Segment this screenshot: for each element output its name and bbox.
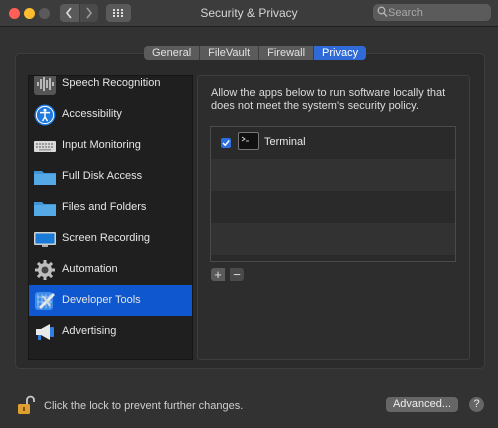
chevron-right-icon	[86, 7, 93, 19]
sidebar-item-developer-tools[interactable]: Developer Tools	[29, 285, 192, 316]
search-field[interactable]	[373, 4, 491, 21]
back-button[interactable]	[60, 4, 79, 22]
unlocked-lock-icon[interactable]	[16, 395, 36, 418]
zoom-window-button[interactable]	[39, 8, 50, 19]
list-item	[211, 223, 455, 255]
sidebar-item-full-disk-access[interactable]: Full Disk Access	[29, 161, 192, 192]
window-title: Security & Privacy	[200, 6, 298, 20]
megaphone-icon	[36, 324, 54, 340]
tab-firewall[interactable]: Firewall	[259, 46, 315, 60]
keyboard-icon	[34, 141, 56, 152]
tab-privacy[interactable]: Privacy	[314, 46, 367, 60]
sidebar-item-label: Files and Folders	[62, 201, 147, 213]
remove-app-button[interactable]: −	[230, 268, 244, 281]
search-icon	[377, 6, 388, 17]
grid-icon	[113, 9, 123, 17]
developer-tools-icon	[35, 292, 55, 310]
list-item	[211, 159, 455, 191]
sidebar-item-label: Screen Recording	[62, 232, 151, 244]
chevron-left-icon	[65, 7, 72, 19]
gear-icon	[35, 260, 55, 280]
tab-bar: General FileVault Firewall Privacy	[144, 46, 367, 60]
search-input[interactable]	[388, 4, 486, 21]
sidebar-item-label: Speech Recognition	[62, 77, 161, 89]
list-item[interactable]: Terminal	[211, 127, 455, 159]
folder-icon	[34, 171, 56, 185]
sidebar-item-files-and-folders[interactable]: Files and Folders	[29, 192, 192, 223]
minimize-window-button[interactable]	[24, 8, 35, 19]
sidebar-item-label: Input Monitoring	[62, 139, 141, 151]
sidebar-item-label: Developer Tools	[62, 294, 141, 306]
display-icon	[34, 232, 56, 247]
show-all-button[interactable]	[106, 4, 131, 22]
terminal-icon	[238, 132, 259, 150]
sidebar-item-label: Advertising	[62, 325, 117, 337]
privacy-category-list[interactable]: Speech Recognition Accessibility Input M…	[28, 75, 193, 360]
app-name: Terminal	[264, 136, 306, 148]
tab-filevault[interactable]: FileVault	[200, 46, 260, 60]
tab-general[interactable]: General	[144, 46, 201, 60]
close-window-button[interactable]	[9, 8, 20, 19]
accessibility-icon	[34, 104, 56, 126]
sidebar-item-input-monitoring[interactable]: Input Monitoring	[29, 130, 192, 161]
lock-hint-text: Click the lock to prevent further change…	[44, 400, 244, 412]
folder-icon	[34, 202, 56, 216]
checkmark-icon	[222, 140, 230, 147]
forward-button[interactable]	[80, 4, 98, 22]
description-text: Allow the apps below to run software loc…	[211, 87, 446, 112]
sidebar-item-advertising[interactable]: Advertising	[29, 316, 192, 347]
sidebar-item-speech-recognition[interactable]: Speech Recognition	[29, 76, 192, 99]
add-app-button[interactable]: +	[211, 268, 225, 281]
advanced-button[interactable]: Advanced...	[386, 397, 458, 412]
waveform-icon	[34, 76, 56, 95]
terminal-checkbox[interactable]	[221, 138, 231, 148]
sidebar-item-label: Full Disk Access	[62, 170, 143, 182]
sidebar-item-label: Automation	[62, 263, 118, 275]
sidebar-item-automation[interactable]: Automation	[29, 254, 192, 285]
app-list[interactable]: Terminal	[210, 126, 456, 262]
list-item	[211, 191, 455, 223]
title-bar: Security & Privacy	[0, 0, 498, 27]
sidebar-item-accessibility[interactable]: Accessibility	[29, 99, 192, 130]
sidebar-item-label: Accessibility	[62, 108, 122, 120]
help-button[interactable]: ?	[469, 397, 484, 412]
sidebar-item-screen-recording[interactable]: Screen Recording	[29, 223, 192, 254]
